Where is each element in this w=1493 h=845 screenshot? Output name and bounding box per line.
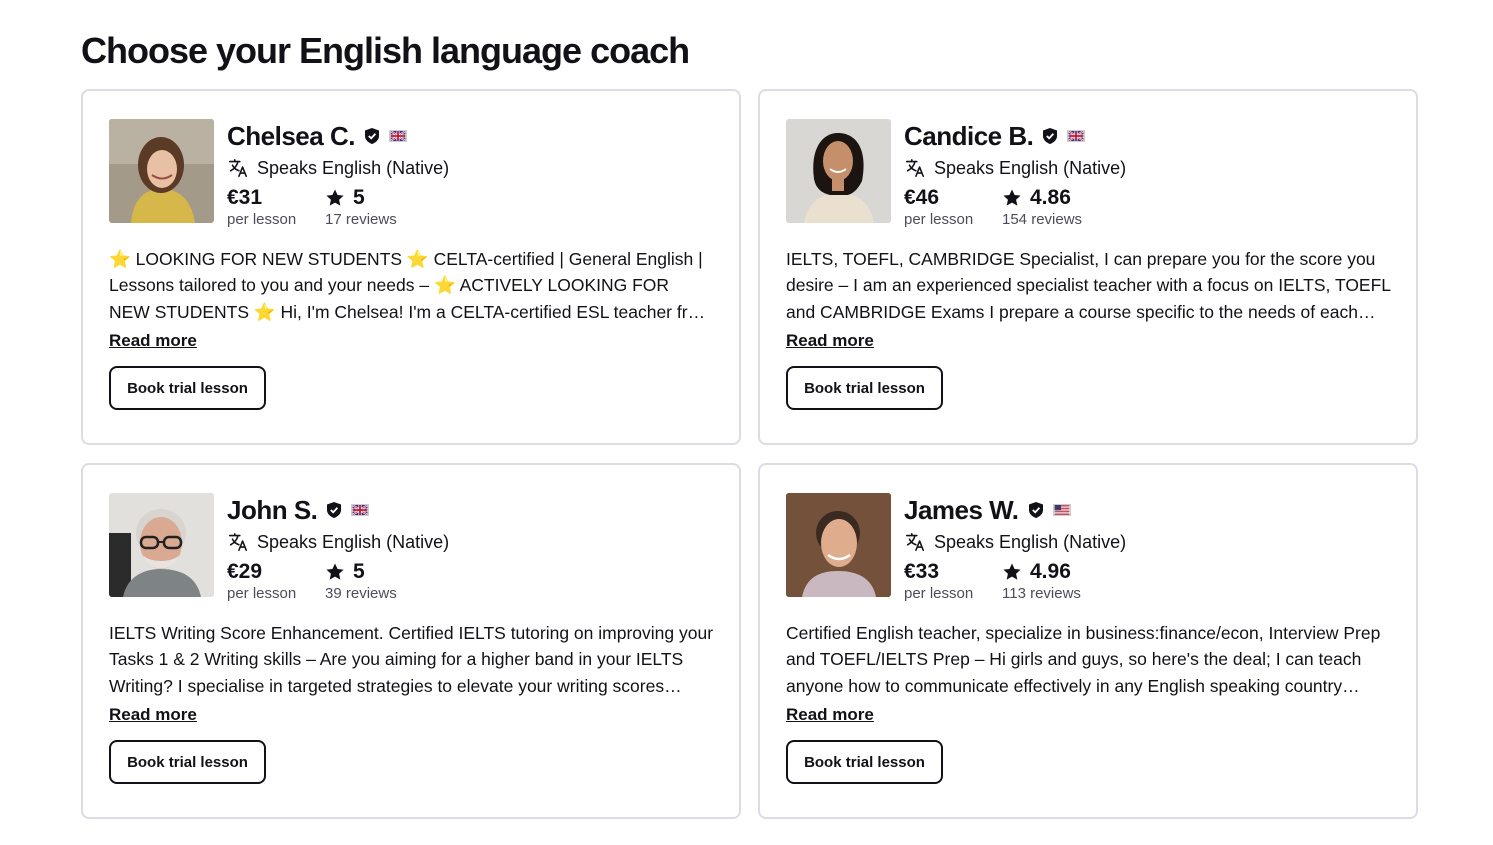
translate-icon [904,157,926,179]
verified-badge-icon [365,128,379,144]
tutor-description: IELTS Writing Score Enhancement. Certifi… [109,623,714,696]
price: €29 [227,560,263,583]
uk-flag-icon [351,504,370,516]
us-flag-icon [1052,504,1071,516]
book-trial-lesson-button[interactable]: Book trial lesson [109,366,266,410]
avatar[interactable] [786,119,891,223]
uk-flag-icon [388,130,407,142]
rating: 4.86 [1030,186,1071,209]
tutor-card[interactable]: John S. Speaks English (Native) €29 per … [81,463,741,819]
rating: 5 [353,186,365,209]
avatar[interactable] [109,493,214,597]
translate-icon [227,157,249,179]
verified-badge-icon [1043,128,1057,144]
page-title: Choose your English language coach [81,30,690,71]
book-trial-lesson-button[interactable]: Book trial lesson [786,366,943,410]
book-trial-lesson-button[interactable]: Book trial lesson [109,740,266,784]
tutor-grid: Chelsea C. Speaks English (Native) €31 p… [81,89,1418,819]
translate-icon [227,531,249,553]
reviews-count[interactable]: 39 reviews [325,585,397,602]
read-more-link[interactable]: Read more [786,331,874,351]
price: €46 [904,186,940,209]
tutor-card[interactable]: Candice B. Speaks English (Native) €46 p… [758,89,1418,445]
verified-badge-icon [327,502,341,518]
speaks-language: Speaks English (Native) [257,157,450,178]
rating: 5 [353,560,365,583]
tutor-name[interactable]: Candice B. [904,121,1034,152]
speaks-language: Speaks English (Native) [934,531,1127,552]
tutor-name[interactable]: John S. [227,495,318,526]
star-icon [1002,188,1022,208]
avatar[interactable] [786,493,891,597]
speaks-language: Speaks English (Native) [934,157,1127,178]
avatar[interactable] [109,119,214,223]
uk-flag-icon [1067,130,1086,142]
price-label: per lesson [227,585,297,602]
read-more-link[interactable]: Read more [109,705,197,725]
tutor-card[interactable]: Chelsea C. Speaks English (Native) €31 p… [81,89,741,445]
tutor-name[interactable]: James W. [904,495,1019,526]
read-more-link[interactable]: Read more [109,331,197,351]
tutor-name[interactable]: Chelsea C. [227,121,355,152]
reviews-count[interactable]: 17 reviews [325,211,397,228]
tutor-description: IELTS, TOEFL, CAMBRIDGE Specialist, I ca… [786,249,1391,322]
translate-icon [904,531,926,553]
price: €31 [227,186,263,209]
tutor-description: Certified English teacher, specialize in… [786,623,1381,696]
reviews-count[interactable]: 113 reviews [1002,585,1081,602]
reviews-count[interactable]: 154 reviews [1002,211,1082,228]
price-label: per lesson [904,585,974,602]
price-label: per lesson [227,211,297,228]
rating: 4.96 [1030,560,1071,583]
price-label: per lesson [904,211,974,228]
price: €33 [904,560,940,583]
tutor-description: ⭐ LOOKING FOR NEW STUDENTS ⭐ CELTA-certi… [109,249,712,322]
read-more-link[interactable]: Read more [786,705,874,725]
book-trial-lesson-button[interactable]: Book trial lesson [786,740,943,784]
star-icon [325,188,345,208]
star-icon [1002,562,1022,582]
star-icon [325,562,345,582]
tutor-card[interactable]: James W. Speaks English (Native) €33 per… [758,463,1418,819]
verified-badge-icon [1029,502,1043,518]
speaks-language: Speaks English (Native) [257,531,450,552]
